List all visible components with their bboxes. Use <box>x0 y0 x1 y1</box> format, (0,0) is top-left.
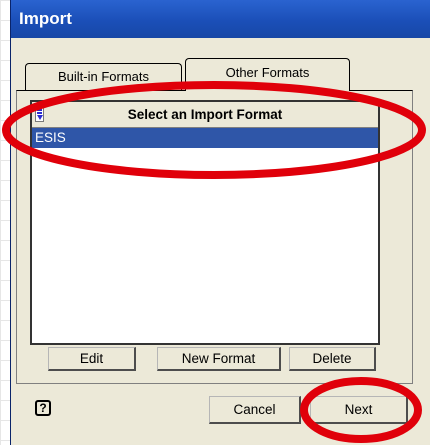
dialog-title: Import <box>11 0 430 38</box>
help-icon[interactable]: ? <box>35 400 51 416</box>
edit-button[interactable]: Edit <box>48 347 136 371</box>
new-format-button[interactable]: New Format <box>157 347 281 371</box>
tab-built-in-formats[interactable]: Built-in Formats <box>25 63 182 90</box>
delete-button[interactable]: Delete <box>289 347 376 371</box>
tab-other-formats[interactable]: Other Formats <box>185 58 350 91</box>
list-header[interactable]: Select an Import Format <box>32 102 378 128</box>
sort-descending-icon[interactable] <box>35 106 44 122</box>
list-item-esis[interactable]: ESIS <box>32 128 378 148</box>
list-header-label: Select an Import Format <box>127 107 283 122</box>
next-button[interactable]: Next <box>310 396 408 424</box>
cancel-button[interactable]: Cancel <box>209 396 301 424</box>
import-format-list[interactable]: Select an Import Format ESIS <box>30 100 380 345</box>
